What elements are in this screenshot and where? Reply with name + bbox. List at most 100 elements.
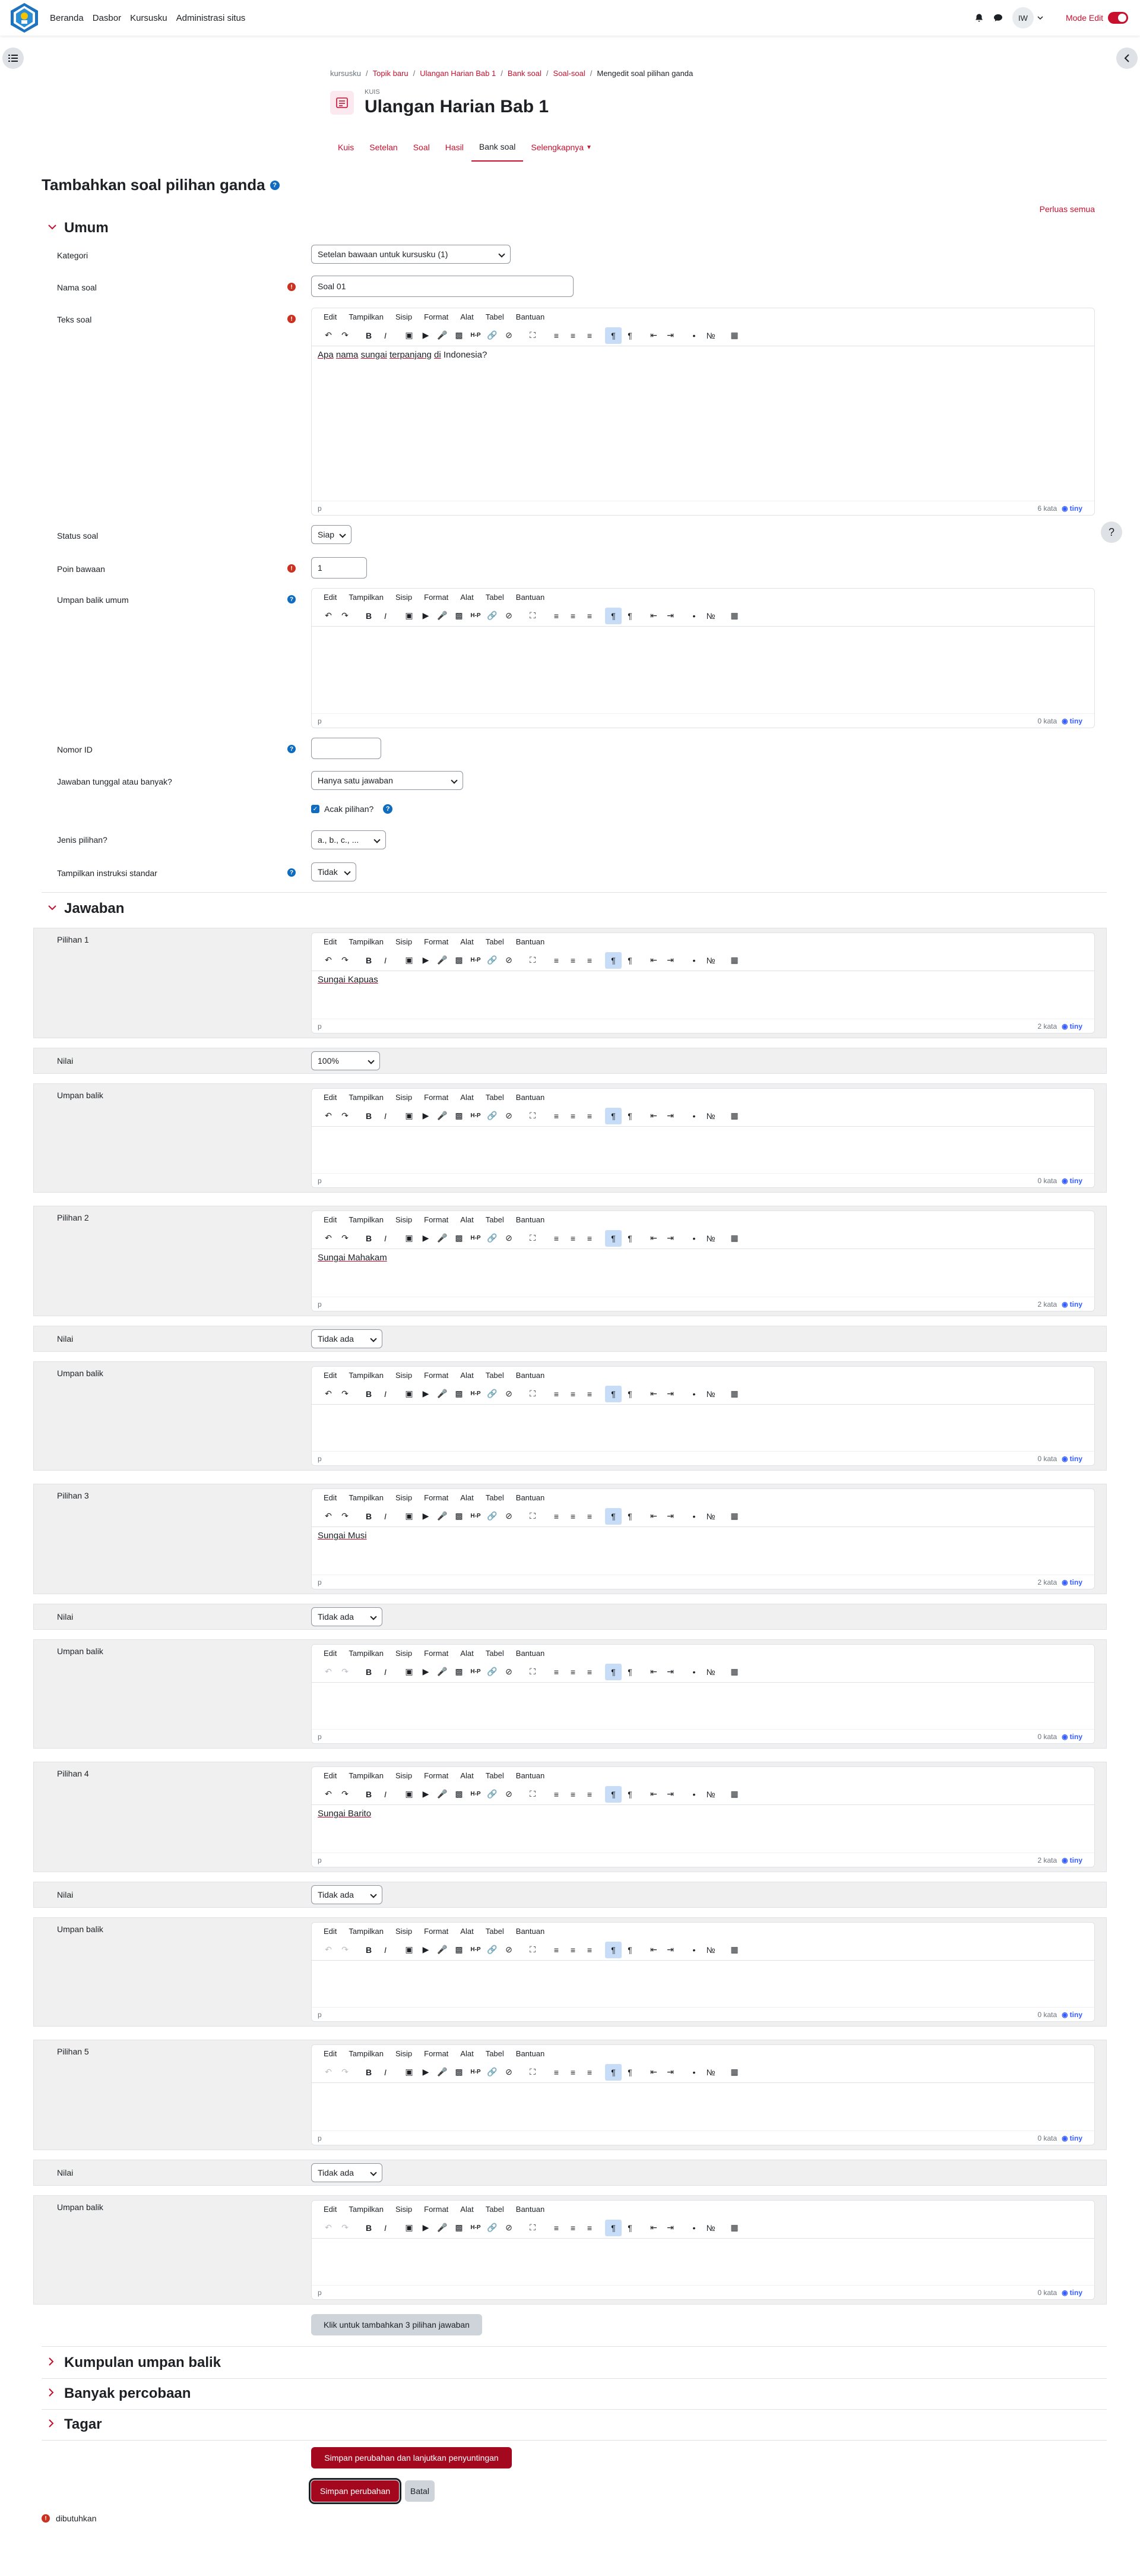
umpan-balik-editor[interactable]: Edit Tampilkan Sisip Format Alat Tabel Bantuan… [311,2200,1095,2300]
editor-menu-item[interactable]: Tampilkan [349,1927,384,1936]
numbered-list-icon[interactable]: № [702,1508,719,1525]
tiny-brand[interactable]: ◉ tiny [1062,1177,1082,1185]
ltr-icon[interactable]: ¶ [605,1107,622,1124]
editor-menu-item[interactable]: Edit [324,1493,337,1502]
editor-menu-item[interactable]: Bantuan [516,1215,544,1224]
unlink-icon[interactable]: ⊘ [501,327,517,344]
editor-menu-item[interactable]: Sisip [395,1093,412,1102]
h5p-icon[interactable]: H-P [467,1942,484,1958]
help-icon[interactable]: ? [287,868,296,877]
editor-menu-item[interactable]: Edit [324,1371,337,1380]
editor-menu-item[interactable]: Bantuan [516,2049,544,2058]
image-icon[interactable]: ▣ [401,2220,417,2236]
outdent-icon[interactable]: ⇤ [645,1230,662,1247]
rtl-icon[interactable]: ¶ [622,1108,638,1124]
record-video-icon[interactable]: ▩ [451,327,467,344]
record-video-icon[interactable]: ▩ [451,1664,467,1680]
record-audio-icon[interactable]: 🎤 [434,1108,451,1124]
editor-menu-item[interactable]: Tampilkan [349,312,384,321]
tiny-brand[interactable]: ◉ tiny [1062,1300,1082,1308]
record-audio-icon[interactable]: 🎤 [434,1508,451,1525]
block-drawer-button[interactable] [1116,48,1138,69]
italic-icon[interactable]: I [377,1386,394,1402]
tiny-brand[interactable]: ◉ tiny [1062,2289,1082,2297]
section-tags-header[interactable]: Tagar [48,2416,102,2433]
media-icon[interactable]: ▶ [417,1508,434,1525]
editor-content[interactable] [312,1961,1094,1968]
record-video-icon[interactable]: ▩ [451,1108,467,1124]
breadcrumb-bank-soal[interactable]: Bank soal [508,69,542,78]
media-icon[interactable]: ▶ [417,1108,434,1124]
record-video-icon[interactable]: ▩ [451,952,467,969]
editor-menu-item[interactable]: Tabel [486,2205,504,2214]
section-tries-header[interactable]: Banyak percobaan [48,2385,191,2402]
image-icon[interactable]: ▣ [401,1386,417,1402]
link-icon[interactable]: 🔗 [484,1786,501,1803]
media-icon[interactable]: ▶ [417,1786,434,1803]
rtl-icon[interactable]: ¶ [622,327,638,344]
outdent-icon[interactable]: ⇤ [645,1108,662,1124]
undo-icon[interactable]: ↶ [320,608,337,624]
rtl-icon[interactable]: ¶ [622,1386,638,1402]
poin-bawaan-input[interactable]: 1 [311,557,367,579]
help-button[interactable]: ? [1101,521,1122,543]
kategori-select[interactable]: Setelan bawaan untuk kursusku (1) [311,245,511,264]
editor-menu-item[interactable]: Alat [460,1649,473,1658]
fullscreen-icon[interactable]: ⛶ [524,1108,541,1124]
editor-menu-item[interactable]: Sisip [395,1371,412,1380]
redo-icon[interactable]: ↷ [337,1508,353,1525]
align-left-icon[interactable]: ≡ [548,1108,565,1124]
editor-menu-item[interactable]: Alat [460,593,473,602]
outdent-icon[interactable]: ⇤ [645,1664,662,1680]
record-video-icon[interactable]: ▩ [451,1508,467,1525]
editor-menu-item[interactable]: Sisip [395,1927,412,1936]
redo-icon[interactable]: ↷ [337,327,353,344]
undo-icon[interactable]: ↶ [320,1786,337,1803]
editor-menu-item[interactable]: Format [424,2049,448,2058]
record-audio-icon[interactable]: 🎤 [434,2220,451,2236]
align-center-icon[interactable]: ≡ [565,952,581,969]
editor-menu-item[interactable]: Alat [460,1371,473,1380]
media-icon[interactable]: ▶ [417,1942,434,1958]
breadcrumb-quiz[interactable]: Ulangan Harian Bab 1 [420,69,496,78]
outdent-icon[interactable]: ⇤ [645,1942,662,1958]
link-icon[interactable]: 🔗 [484,1508,501,1525]
fullscreen-icon[interactable]: ⛶ [524,608,541,624]
image-icon[interactable]: ▣ [401,1508,417,1525]
outdent-icon[interactable]: ⇤ [645,2220,662,2236]
media-icon[interactable]: ▶ [417,2064,434,2081]
editor-menu-item[interactable]: Alat [460,2049,473,2058]
indent-icon[interactable]: ⇥ [662,1786,679,1803]
link-icon[interactable]: 🔗 [484,1942,501,1958]
bullet-list-icon[interactable]: • [686,1508,702,1525]
editor-menu-item[interactable]: Format [424,1493,448,1502]
acak-pilihan-checkbox[interactable]: ✓ [311,805,319,813]
tiny-brand[interactable]: ◉ tiny [1062,1455,1082,1463]
fullscreen-icon[interactable]: ⛶ [524,2064,541,2081]
editor-menu-item[interactable]: Tabel [486,312,504,321]
outdent-icon[interactable]: ⇤ [645,327,662,344]
editor-menu-item[interactable]: Bantuan [516,593,544,602]
editor-menu-item[interactable]: Format [424,1771,448,1780]
tiny-brand[interactable]: ◉ tiny [1062,1578,1082,1586]
undo-icon[interactable]: ↶ [320,1664,337,1680]
editor-menu-item[interactable]: Edit [324,1215,337,1224]
italic-icon[interactable]: I [377,1508,394,1525]
choice-content[interactable]: Sungai Mahakam [312,1249,1094,1266]
bullet-list-icon[interactable]: • [686,1230,702,1247]
rtl-icon[interactable]: ¶ [622,952,638,969]
editor-menu-item[interactable]: Bantuan [516,1927,544,1936]
redo-icon[interactable]: ↷ [337,1664,353,1680]
ltr-icon[interactable]: ¶ [605,2219,622,2236]
align-left-icon[interactable]: ≡ [548,1942,565,1958]
editor-menu-item[interactable]: Tabel [486,593,504,602]
bullet-list-icon[interactable]: • [686,2220,702,2236]
editor-menu-item[interactable]: Tampilkan [349,1649,384,1658]
numbered-list-icon[interactable]: № [702,1230,719,1247]
record-audio-icon[interactable]: 🎤 [434,1386,451,1402]
editor-menu-item[interactable]: Tabel [486,1093,504,1102]
align-left-icon[interactable]: ≡ [548,1508,565,1525]
editor-menu-item[interactable]: Tampilkan [349,1093,384,1102]
editor-menu-item[interactable]: Tabel [486,937,504,946]
italic-icon[interactable]: I [377,1230,394,1247]
